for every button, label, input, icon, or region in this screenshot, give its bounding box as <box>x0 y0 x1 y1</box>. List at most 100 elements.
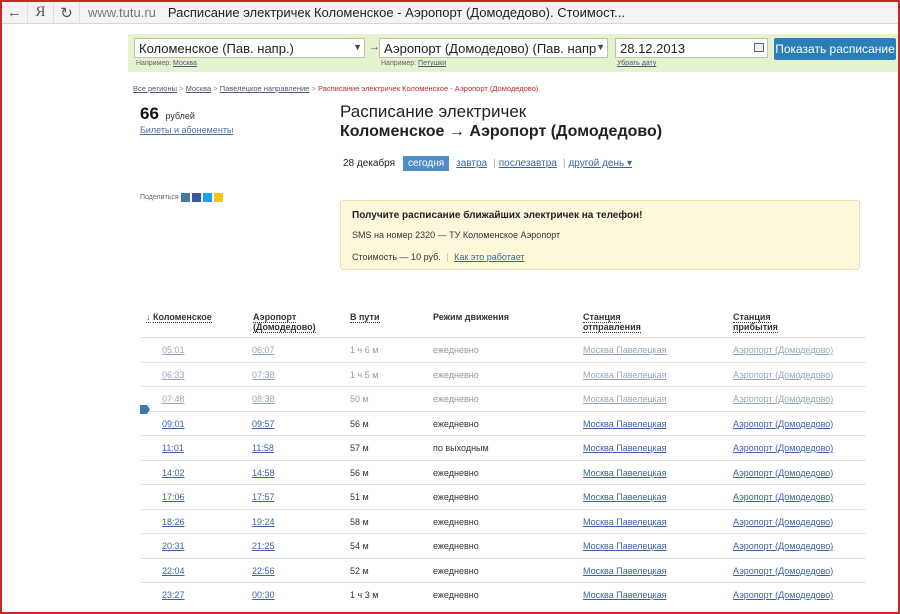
departure-time[interactable]: 20:31 <box>162 541 185 551</box>
train-mode: ежедневно <box>433 492 479 502</box>
breadcrumb-direction[interactable]: Павелецкое направление <box>220 84 310 93</box>
arrival-station[interactable]: Аэропорт (Домодедово) <box>733 468 833 478</box>
column-header-departure[interactable]: ↓ Коломенское <box>146 312 212 323</box>
table-row[interactable]: 17:06 17:57 51 м ежедневно Москва Павеле… <box>140 484 866 509</box>
current-date: 28 декабря <box>343 158 396 169</box>
from-dropdown-icon[interactable]: ▼ <box>353 42 362 52</box>
arrival-time[interactable]: 17:57 <box>252 492 275 502</box>
table-row[interactable]: 09:01 09:57 56 м ежедневно Москва Павеле… <box>140 410 866 436</box>
sms-promo-box: Получите расписание ближайших электричек… <box>340 200 860 270</box>
departure-time[interactable]: 17:06 <box>162 492 185 502</box>
arrival-time[interactable]: 09:57 <box>252 419 275 429</box>
arrival-station[interactable]: Аэропорт (Домодедово) <box>733 370 833 380</box>
departure-time[interactable]: 22:04 <box>162 566 185 576</box>
to-dropdown-icon[interactable]: ▼ <box>596 42 605 52</box>
arrival-station[interactable]: Аэропорт (Домодедово) <box>733 517 833 527</box>
from-station-input[interactable]: Коломенское (Пав. напр.) ▼ <box>134 38 365 58</box>
table-row[interactable]: 05:01 06:07 1 ч 6 м ежедневно Москва Пав… <box>140 337 866 362</box>
favorite-star-icon[interactable] <box>213 193 223 202</box>
date-input[interactable]: 28.12.2013 <box>615 38 768 58</box>
how-it-works-link[interactable]: Как это работает <box>454 252 524 262</box>
to-station-input[interactable]: Аэропорт (Домодедово) (Пав. напр ▼ <box>379 38 608 58</box>
departure-station[interactable]: Москва Павелецкая <box>583 468 667 478</box>
departure-time[interactable]: 11:01 <box>162 443 184 453</box>
table-row[interactable]: 11:01 11:58 57 м по выходным Москва Паве… <box>140 435 866 460</box>
arrival-time[interactable]: 00:30 <box>252 590 275 600</box>
departure-station[interactable]: Москва Павелецкая <box>583 541 667 551</box>
tickets-link[interactable]: Билеты и абонементы <box>140 125 233 135</box>
departure-station[interactable]: Москва Павелецкая <box>583 370 667 380</box>
departure-station[interactable]: Москва Павелецкая <box>583 394 667 404</box>
departure-station[interactable]: Москва Павелецкая <box>583 443 667 453</box>
table-row[interactable]: 06:33 07:38 1 ч 5 м ежедневно Москва Пав… <box>140 361 866 387</box>
arrival-station[interactable]: Аэропорт (Домодедово) <box>733 443 833 453</box>
twitter-icon[interactable] <box>202 193 212 202</box>
departure-time[interactable]: 14:02 <box>162 468 185 478</box>
departure-station[interactable]: Москва Павелецкая <box>583 590 667 600</box>
tab-day-after-tomorrow[interactable]: послезавтра <box>499 158 557 169</box>
from-hint-example-link[interactable]: Москва <box>173 60 197 67</box>
travel-duration: 54 м <box>350 541 369 551</box>
table-row[interactable]: 18:26 19:24 58 м ежедневно Москва Павеле… <box>140 508 866 534</box>
reload-icon[interactable]: ↻ <box>54 1 80 24</box>
arrival-station[interactable]: Аэропорт (Домодедово) <box>733 394 833 404</box>
breadcrumb-all-regions[interactable]: Все регионы <box>133 84 177 93</box>
breadcrumb-moscow[interactable]: Москва <box>186 84 212 93</box>
departure-station[interactable]: Москва Павелецкая <box>583 517 667 527</box>
table-row[interactable]: 07:48 08:38 50 м ежедневно Москва Павеле… <box>140 386 866 411</box>
departure-time[interactable]: 09:01 <box>162 419 185 429</box>
remove-date-link[interactable]: Убрать дату <box>617 60 656 67</box>
arrival-station[interactable]: Аэропорт (Домодедово) <box>733 419 833 429</box>
tab-today[interactable]: сегодня <box>403 156 450 171</box>
arrival-station[interactable]: Аэропорт (Домодедово) <box>733 345 833 355</box>
arrival-time[interactable]: 08:38 <box>252 394 275 404</box>
table-row[interactable]: 22:04 22:56 52 м ежедневно Москва Павеле… <box>140 557 866 583</box>
arrival-time[interactable]: 22:56 <box>252 566 275 576</box>
table-row[interactable]: 14:02 14:58 56 м ежедневно Москва Павеле… <box>140 459 866 485</box>
departure-time[interactable]: 05:01 <box>162 345 185 355</box>
column-header-arrival[interactable]: Аэропорт (Домодедово) <box>253 312 316 333</box>
arrival-station[interactable]: Аэропорт (Домодедово) <box>733 541 833 551</box>
price-currency: рублей <box>165 111 195 121</box>
departure-station[interactable]: Москва Павелецкая <box>583 419 667 429</box>
column-header-dep-station[interactable]: Станция отправления <box>583 312 641 333</box>
table-row[interactable]: 23:27 00:30 1 ч 3 м ежедневно Москва Пав… <box>140 582 866 606</box>
arrival-time[interactable]: 19:24 <box>252 517 275 527</box>
address-bar-url[interactable]: www.tutu.ru <box>88 5 156 20</box>
facebook-icon[interactable] <box>191 193 201 202</box>
arrival-time[interactable]: 06:07 <box>252 345 275 355</box>
train-mode: ежедневно <box>433 590 479 600</box>
to-hint-example-link[interactable]: Петушки <box>418 60 446 67</box>
vk-icon[interactable] <box>180 193 190 202</box>
tab-other-day[interactable]: другой день ▾ <box>568 158 632 169</box>
departure-station[interactable]: Москва Павелецкая <box>583 566 667 576</box>
calendar-icon[interactable] <box>754 43 764 52</box>
column-header-duration[interactable]: В пути <box>350 312 380 323</box>
departure-time[interactable]: 07:48 <box>162 394 185 404</box>
departure-time[interactable]: 18:26 <box>162 517 185 527</box>
arrival-time[interactable]: 07:38 <box>252 370 275 380</box>
arrival-time[interactable]: 14:58 <box>252 468 275 478</box>
departure-station[interactable]: Москва Павелецкая <box>583 345 667 355</box>
departure-station[interactable]: Москва Павелецкая <box>583 492 667 502</box>
tab-tomorrow[interactable]: завтра <box>456 158 487 169</box>
arrival-station[interactable]: Аэропорт (Домодедово) <box>733 566 833 576</box>
breadcrumb: Все регионы > Москва > Павелецкое направ… <box>133 84 538 93</box>
show-schedule-button[interactable]: Показать расписание <box>774 38 896 60</box>
arrival-station[interactable]: Аэропорт (Домодедово) <box>733 590 833 600</box>
schedule-table-header: ↓ Коломенское Аэропорт (Домодедово) В пу… <box>0 312 900 338</box>
arrival-time[interactable]: 21:25 <box>252 541 275 551</box>
sms-cost-line: Стоимость — 10 руб. | Как это работает <box>352 252 525 262</box>
yandex-logo[interactable]: Я <box>28 1 54 24</box>
departure-time[interactable]: 23:27 <box>162 590 185 600</box>
arrival-station[interactable]: Аэропорт (Домодедово) <box>733 492 833 502</box>
arrival-time[interactable]: 11:58 <box>252 443 274 453</box>
train-mode: по выходным <box>433 443 489 453</box>
date-value: 28.12.2013 <box>620 41 686 56</box>
departure-time[interactable]: 06:33 <box>162 370 185 380</box>
table-row[interactable]: 20:31 21:25 54 м ежедневно Москва Павеле… <box>140 533 866 558</box>
column-header-arr-station[interactable]: Станция прибытия <box>733 312 778 333</box>
train-mode: ежедневно <box>433 467 479 478</box>
sms-cost: Стоимость — 10 руб. <box>352 252 441 262</box>
back-icon[interactable]: ← <box>2 1 28 24</box>
